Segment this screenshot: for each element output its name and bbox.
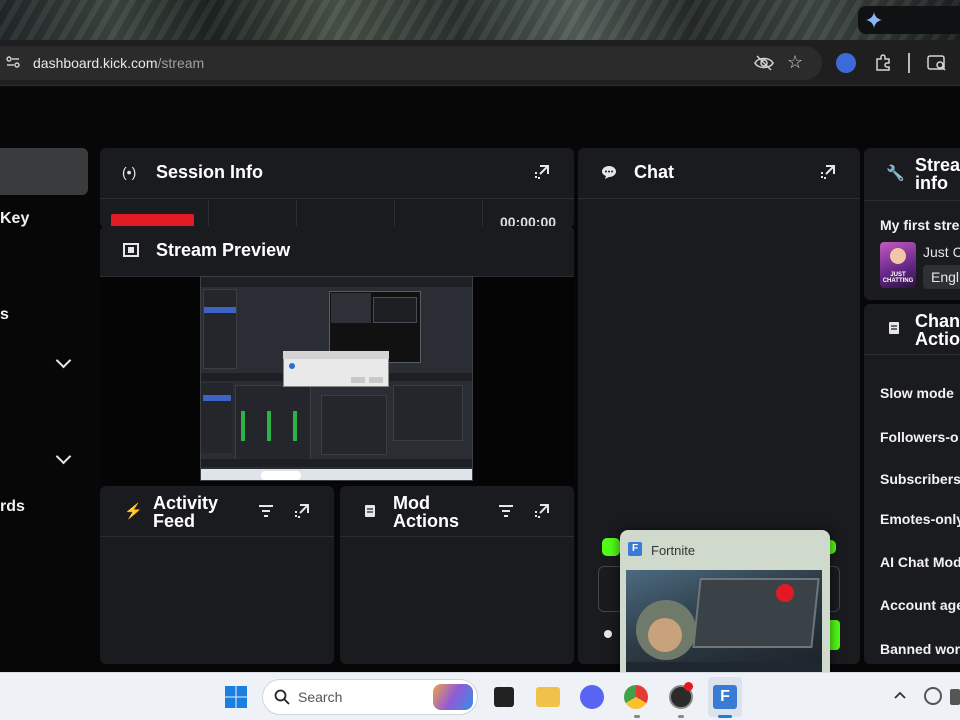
title-line: info [915,173,948,193]
mod-actions-title: Mod Actions [393,494,459,530]
title-line: Activity [153,493,219,513]
thumbnail-label: JUST CHATTING [882,272,914,284]
title-line: Strea [915,155,960,175]
toolbar-divider [908,53,910,73]
divider [296,200,297,228]
chat-bubble-icon [602,166,616,179]
subscribers-only-toggle[interactable]: Subscribers [880,471,960,487]
account-age-toggle[interactable]: Account age [880,597,960,613]
eye-off-icon[interactable] [754,55,774,76]
stream-info-title: Strea info [915,156,960,192]
fortnite-taskbar-icon: F [713,685,737,709]
bookmark-star-icon[interactable]: ☆ [787,53,803,71]
windows-taskbar: Search F [0,672,960,720]
popup-title: Fortnite [651,543,696,558]
gemini-sparkle-icon [866,12,882,28]
video-icon [123,243,139,257]
divider [394,200,395,228]
tab-search-icon[interactable] [927,54,947,77]
slow-mode-toggle[interactable]: Slow mode [880,385,954,401]
banned-words-toggle[interactable]: Banned wor [880,641,960,657]
extensions-puzzle-icon[interactable] [874,54,892,77]
browser-toolbar: dashboard.kick.com/stream ☆ [0,40,960,86]
document-icon [365,505,375,517]
search-icon [274,689,290,705]
fortnite-window-preview[interactable]: F Fortnite [620,530,830,680]
stream-preview-image [200,276,473,481]
extension-icon[interactable] [836,53,856,73]
running-indicator [634,715,640,718]
fortnite-thumbnail [626,570,822,680]
panel-divider [100,198,574,199]
tray-icon[interactable] [950,689,960,705]
category-thumbnail: JUST CHATTING [880,242,916,288]
running-indicator [678,715,684,718]
taskbar-search-box[interactable]: Search [262,679,478,715]
sidebar-item-rds[interactable]: rds [0,498,25,516]
ai-chat-mod-toggle[interactable]: AI Chat Mod [880,554,960,570]
mod-actions-panel: Mod Actions [340,486,574,664]
activity-feed-title: Activity Feed [153,494,218,530]
gemini-button[interactable] [858,6,960,34]
title-line: Feed [153,511,196,531]
active-indicator [718,715,732,718]
channel-actions-title: Chan Actio [915,312,960,348]
filter-icon[interactable] [258,504,274,518]
popout-icon[interactable] [534,164,550,180]
popout-icon[interactable] [534,503,550,519]
chrome-icon[interactable] [624,685,648,709]
language-badge: Engl [923,265,960,289]
sidebar-item-active[interactable] [0,148,88,195]
wrench-icon: 🔧 [886,165,905,182]
panel-divider [864,354,960,355]
site-info-icon[interactable] [6,55,20,73]
divider [208,200,209,228]
panel-divider [864,200,960,201]
discord-icon[interactable] [580,685,604,709]
title-line: Actio [915,329,960,349]
panel-divider [100,536,334,537]
emotes-only-toggle[interactable]: Emotes-only [880,511,960,527]
desktop-wallpaper [0,0,960,40]
search-highlight-icon [433,684,473,710]
document-icon [889,322,899,334]
fortnite-app-icon: F [628,542,642,556]
tray-icon[interactable] [924,687,942,705]
chat-settings-dot[interactable] [604,630,612,638]
lightning-icon: ⚡ [124,503,143,520]
stream-info-panel: 🔧 Strea info My first stre JUST CHATTING … [864,148,960,300]
category-name: Just C [923,244,960,260]
url-host: dashboard.kick.com [33,55,158,71]
title-line: Chan [915,311,960,331]
title-line: Mod [393,493,430,513]
session-info-title: Session Info [156,162,264,182]
popout-icon[interactable] [820,164,836,180]
url-path: /stream [157,55,205,71]
search-placeholder: Search [298,689,343,705]
url-text[interactable]: dashboard.kick.com/stream [33,55,204,71]
chevron-up-icon[interactable] [894,691,906,699]
panel-divider [340,536,574,537]
chat-title: Chat [634,162,674,182]
task-view-icon[interactable] [494,687,514,707]
divider [482,200,483,228]
emote-green-icon[interactable] [602,538,620,556]
stream-title-text: My first stre [880,217,960,233]
channel-actions-panel: Chan Actio Slow mode Followers-o Subscrib… [864,304,960,664]
windows-start-icon[interactable] [224,685,248,709]
title-line: Actions [393,511,460,531]
sidebar-item-s[interactable]: s [0,306,9,324]
filter-icon[interactable] [498,504,514,518]
session-info-panel: (•) Session Info 00:00:00 [100,148,574,228]
panel-divider [578,198,860,199]
popout-icon[interactable] [294,503,310,519]
broadcast-icon: (•) [122,164,137,180]
followers-only-toggle[interactable]: Followers-o [880,429,959,445]
activity-feed-panel: ⚡ Activity Feed [100,486,334,664]
stream-preview-title: Stream Preview [156,240,291,260]
file-explorer-icon[interactable] [536,687,560,707]
notification-badge [684,682,693,691]
sidebar-item-stream-key[interactable]: Key [0,210,29,228]
